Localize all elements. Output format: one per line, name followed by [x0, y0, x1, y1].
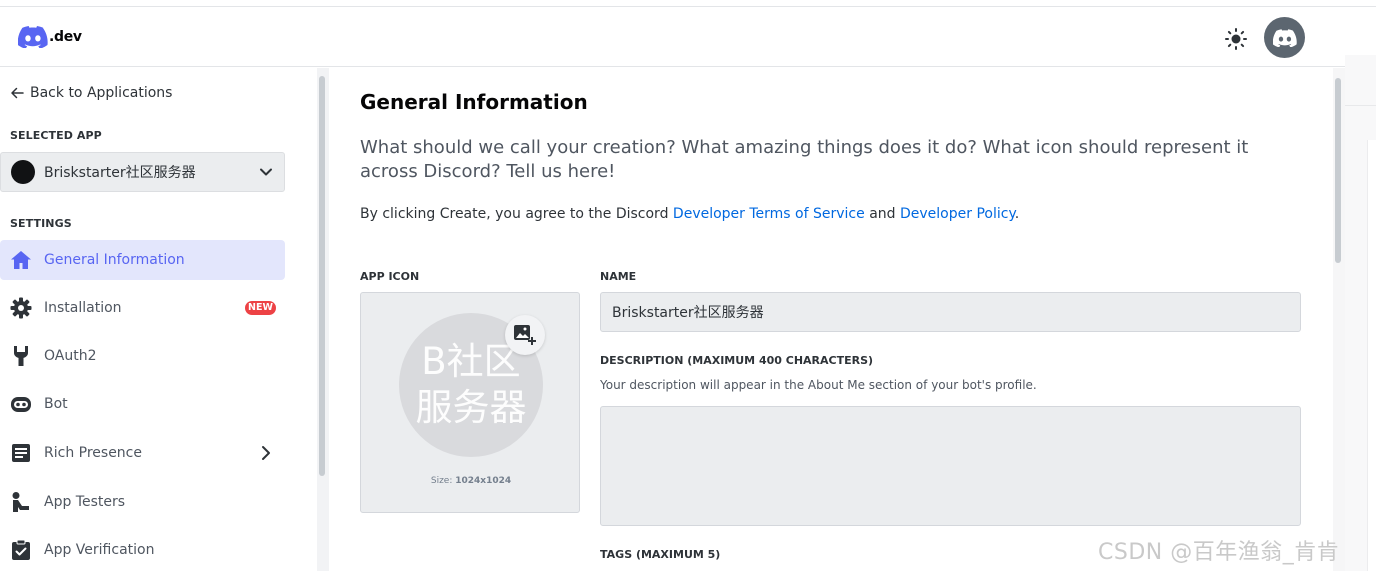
sidebar-item-label: Bot: [44, 396, 68, 412]
icon-size-note: Size: 1024x1024: [361, 476, 581, 486]
document-icon: [10, 442, 32, 464]
theme-toggle-button[interactable]: [1223, 26, 1249, 52]
person-icon: [10, 491, 32, 513]
new-badge: NEW: [245, 301, 276, 315]
clipboard-check-icon: [10, 539, 32, 561]
sidebar-item-app-testers[interactable]: App Testers: [0, 482, 285, 522]
right-edge-panel: [1345, 55, 1376, 571]
gear-icon: [10, 297, 32, 319]
selected-app-name: Briskstarter社区服务器: [44, 165, 196, 181]
sidebar-item-label: Installation: [44, 300, 122, 316]
terms-mid: and: [864, 206, 900, 222]
page-title: General Information: [360, 90, 588, 114]
main-scrollbar[interactable]: [1333, 68, 1345, 571]
bot-icon: [10, 393, 32, 415]
sidebar-item-label: App Testers: [44, 494, 126, 510]
watermark: CSDN @百年渔翁_肯肯: [1098, 540, 1340, 565]
sidebar-item-label: General Information: [44, 252, 185, 268]
upload-image-button[interactable]: [505, 315, 545, 355]
description-label: DESCRIPTION (MAXIMUM 400 CHARACTERS): [600, 354, 874, 367]
back-label: Back to Applications: [30, 85, 173, 101]
developer-policy-link[interactable]: Developer Policy: [900, 206, 1015, 222]
user-avatar[interactable]: [1264, 17, 1305, 58]
size-value: 1024x1024: [455, 476, 512, 486]
size-prefix: Size:: [430, 476, 456, 486]
sidebar-item-general-information[interactable]: General Information: [0, 240, 285, 280]
settings-heading: SETTINGS: [10, 217, 72, 230]
description-help-text: Your description will appear in the Abou…: [600, 378, 1037, 392]
app-icon-label: APP ICON: [360, 270, 420, 283]
sidebar-item-app-verification[interactable]: App Verification: [0, 530, 285, 570]
sidebar-item-oauth2[interactable]: OAuth2: [0, 336, 285, 376]
right-panel-divider: [1345, 105, 1376, 106]
main-content: General Information What should we call …: [329, 68, 1333, 571]
selected-app-heading: SELECTED APP: [10, 129, 102, 142]
terms-prefix: By clicking Create, you agree to the Dis…: [360, 206, 673, 222]
logo-text: .dev: [49, 29, 82, 45]
page-intro: What should we call your creation? What …: [360, 137, 1249, 182]
chevron-right-icon: [262, 446, 270, 460]
chevron-down-icon: [260, 168, 272, 176]
app-avatar: [11, 160, 35, 184]
discord-logo-icon: [1272, 28, 1297, 47]
sidebar-item-label: App Verification: [44, 542, 155, 558]
sidebar-item-installation[interactable]: Installation NEW: [0, 288, 285, 328]
add-image-icon: [514, 325, 536, 345]
discord-dev-logo[interactable]: .dev: [18, 26, 82, 48]
name-input[interactable]: Briskstarter社区服务器: [600, 292, 1301, 332]
sidebar-item-bot[interactable]: Bot: [0, 384, 285, 424]
developer-terms-link[interactable]: Developer Terms of Service: [673, 206, 865, 222]
sidebar-item-label: Rich Presence: [44, 445, 142, 461]
main-scrollbar-thumb[interactable]: [1335, 78, 1341, 263]
sidebar-scrollbar[interactable]: [317, 68, 329, 571]
terms-text: By clicking Create, you agree to the Dis…: [360, 206, 1019, 222]
home-icon: [10, 249, 32, 271]
description-textarea[interactable]: [600, 406, 1301, 526]
wrench-icon: [10, 345, 32, 367]
name-label: NAME: [600, 270, 637, 283]
sun-icon: [1225, 28, 1247, 50]
app-selector[interactable]: Briskstarter社区服务器: [0, 152, 285, 192]
top-border: [0, 0, 1376, 7]
back-to-applications-link[interactable]: Back to Applications: [10, 85, 172, 101]
top-header: .dev: [0, 8, 1376, 67]
right-panel-card: [1367, 140, 1376, 571]
discord-logo-icon: [18, 26, 48, 48]
sidebar-item-label: OAuth2: [44, 348, 97, 364]
arrow-left-icon: [11, 87, 24, 99]
sidebar-item-rich-presence[interactable]: Rich Presence: [0, 433, 285, 473]
app-icon-uploader[interactable]: B社区服务器 Size: 1024x1024: [360, 292, 580, 513]
sidebar: Back to Applications SELECTED APP Brisks…: [0, 68, 316, 571]
terms-suffix: .: [1014, 206, 1020, 222]
sidebar-scrollbar-thumb[interactable]: [319, 76, 325, 476]
tags-label: TAGS (MAXIMUM 5): [600, 548, 721, 561]
